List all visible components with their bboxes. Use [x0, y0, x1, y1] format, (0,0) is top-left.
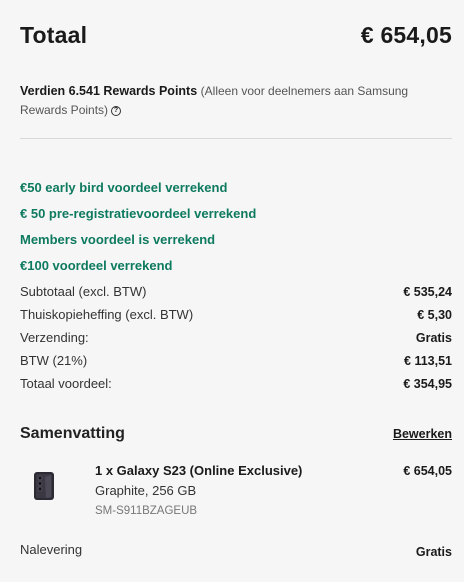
price-line-label: BTW (21%): [20, 353, 88, 368]
divider: [20, 138, 452, 139]
promo-list: €50 early bird voordeel verrekend € 50 p…: [20, 180, 256, 284]
order-total: Totaal € 654,05: [20, 22, 452, 49]
price-line-total-discount: Totaal voordeel: € 354,95: [20, 376, 452, 399]
promo-item: Members voordeel is verrekend: [20, 232, 216, 247]
total-amount: € 654,05: [360, 22, 452, 48]
product-sku: SM-S911BZAGEUB: [95, 505, 198, 517]
rewards-points-text: Verdien 6.541 Rewards Points: [20, 84, 198, 98]
price-line-value: € 354,95: [403, 377, 452, 391]
price-line-copy-levy: Thuiskopieheffing (excl. BTW) € 5,30: [20, 307, 452, 330]
promo-item: €100 voordeel verrekend: [20, 258, 173, 273]
promo-item: €50 early bird voordeel verrekend: [20, 180, 228, 195]
edit-link[interactable]: Bewerken: [393, 427, 452, 441]
price-line-label: Totaal voordeel:: [20, 376, 112, 391]
product-details: 1 x Galaxy S23 (Online Exclusive) Graphi…: [95, 462, 302, 521]
price-line-label: Verzending:: [20, 330, 89, 345]
delivery-row: Nalevering Gratis: [20, 542, 452, 559]
summary-header: Samenvatting Bewerken: [20, 425, 452, 443]
info-icon[interactable]: ?: [111, 106, 122, 116]
product-item: 1 x Galaxy S23 (Online Exclusive) Graphi…: [20, 462, 452, 522]
product-name: 1 x Galaxy S23 (Online Exclusive): [95, 463, 303, 478]
delivery-value: Gratis: [415, 545, 452, 559]
price-line-value: € 5,30: [417, 308, 452, 322]
price-line-subtotal: Subtotaal (excl. BTW) € 535,24: [20, 284, 452, 307]
price-line-label: Subtotaal (excl. BTW): [20, 284, 147, 299]
price-line-value: Gratis: [415, 331, 452, 345]
product-price: € 654,05: [403, 464, 452, 478]
phone-icon: [34, 472, 54, 500]
price-line-shipping: Verzending: Gratis: [20, 330, 452, 353]
summary-title: Samenvatting: [20, 425, 125, 442]
product-variant: Graphite, 256 GB: [95, 483, 197, 498]
price-line-label: Thuiskopieheffing (excl. BTW): [20, 307, 194, 322]
price-line-value: € 113,51: [404, 354, 452, 368]
delivery-label: Nalevering: [20, 542, 83, 557]
total-label: Totaal: [20, 22, 88, 48]
price-line-value: € 535,24: [403, 285, 452, 299]
promo-item: € 50 pre-registratievoordeel verrekend: [20, 206, 257, 221]
price-line-vat: BTW (21%) € 113,51: [20, 353, 452, 376]
rewards-info: Verdien 6.541 Rewards Points (Alleen voo…: [20, 82, 424, 120]
price-breakdown: Subtotaal (excl. BTW) € 535,24 Thuiskopi…: [20, 284, 452, 399]
